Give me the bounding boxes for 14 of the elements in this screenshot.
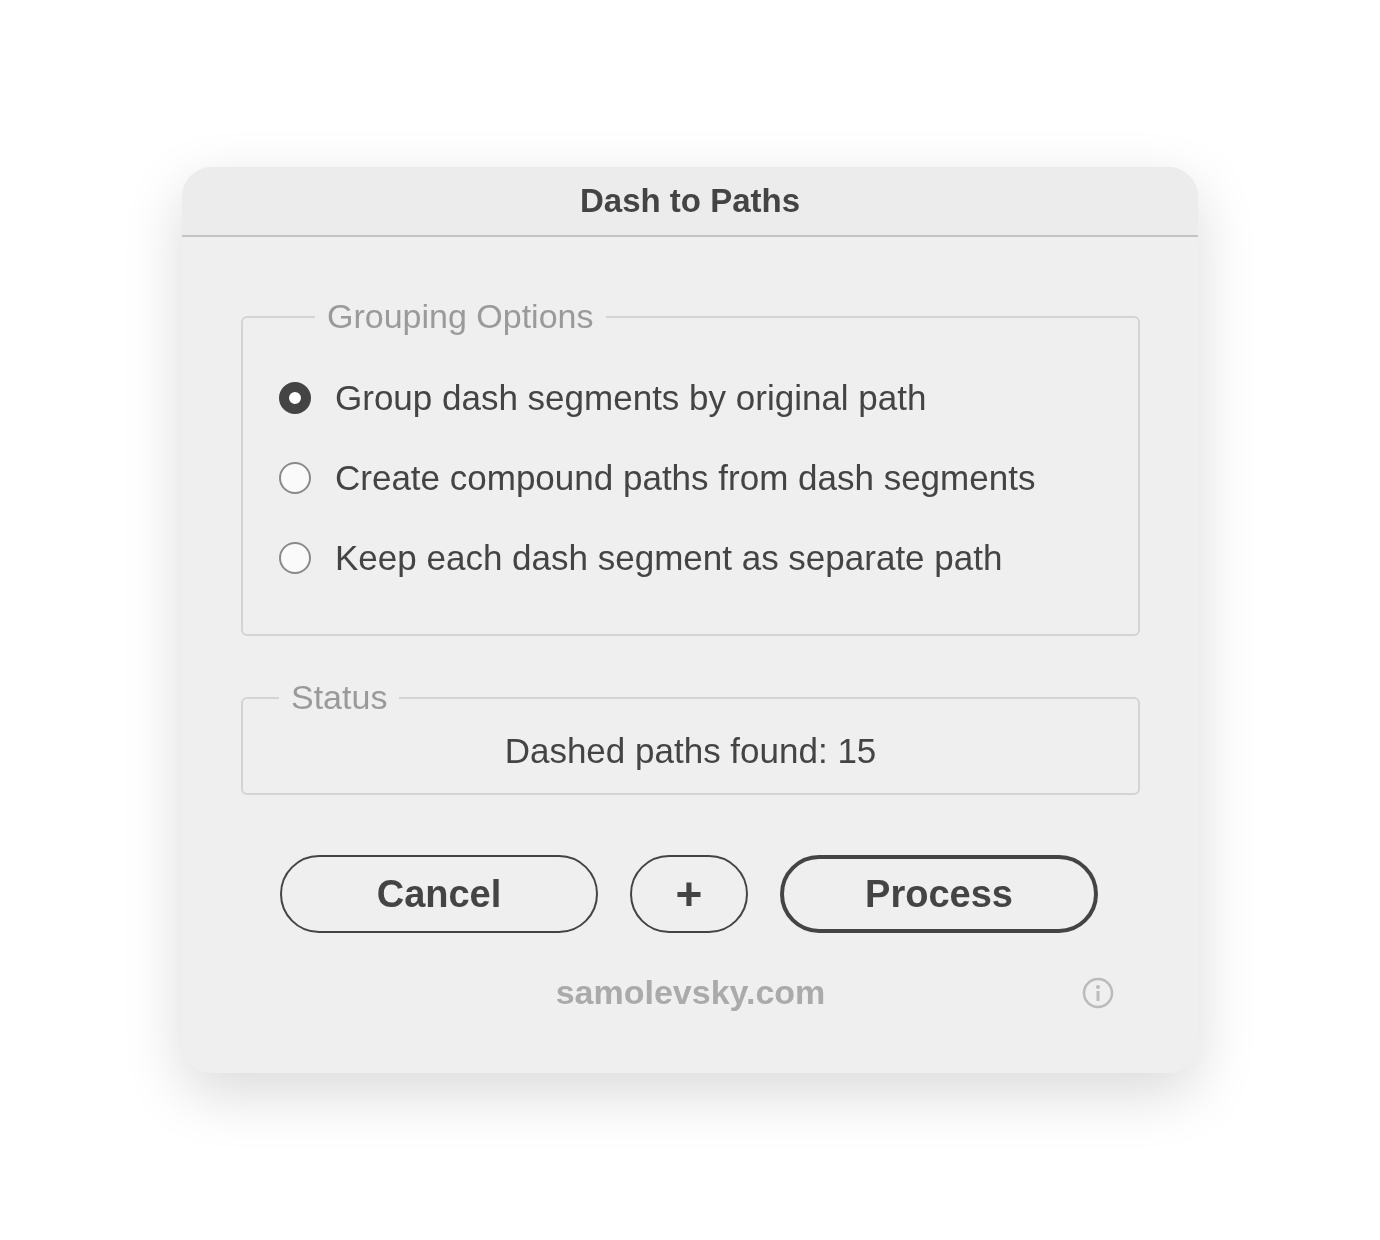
radio-button[interactable] xyxy=(279,462,311,494)
process-button[interactable]: Process xyxy=(780,855,1098,933)
add-button[interactable]: + xyxy=(630,855,748,933)
info-icon[interactable] xyxy=(1082,977,1114,1009)
window-title: Dash to Paths xyxy=(579,182,800,220)
cancel-button[interactable]: Cancel xyxy=(280,855,598,933)
group-legend: Status xyxy=(279,678,400,717)
radio-label[interactable]: Keep each dash segment as separate path xyxy=(335,538,1003,578)
radio-button[interactable] xyxy=(279,382,311,414)
group-legend: Grouping Options xyxy=(315,297,606,336)
radio-label[interactable]: Create compound paths from dash segments xyxy=(335,458,1036,498)
radio-label[interactable]: Group dash segments by original path xyxy=(335,378,927,418)
radio-button[interactable] xyxy=(279,542,311,574)
status-text: Dashed paths found: 15 xyxy=(503,731,878,771)
